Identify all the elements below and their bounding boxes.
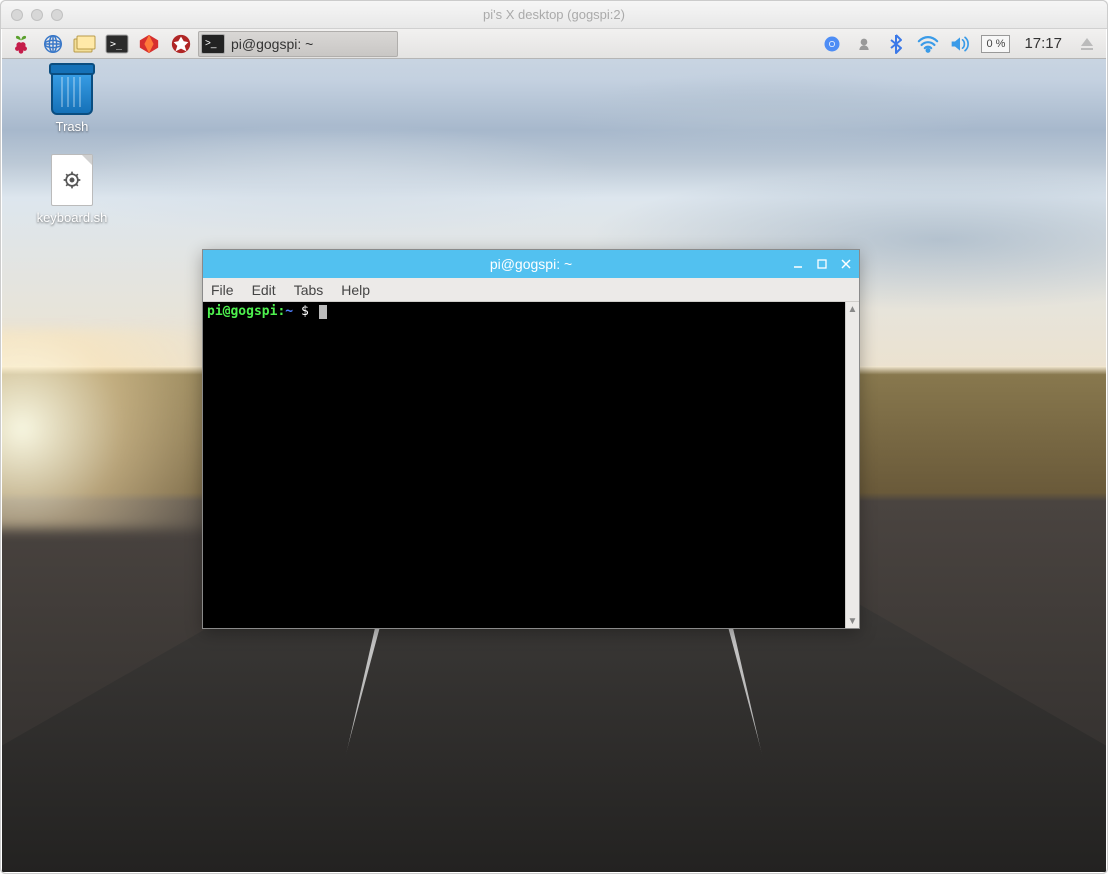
terminal-scrollbar[interactable]: ▲ ▼ — [845, 302, 859, 628]
vnc-tray-icon[interactable] — [853, 33, 875, 55]
keyboard-script-icon[interactable]: keyboard.sh — [32, 154, 112, 225]
mac-close-dot[interactable] — [11, 9, 23, 21]
terminal-cursor — [319, 305, 327, 319]
file-manager-icon[interactable] — [70, 31, 100, 57]
menu-tabs[interactable]: Tabs — [294, 282, 324, 298]
chromium-tray-icon[interactable] — [821, 33, 843, 55]
taskbar-app-terminal-icon: >_ — [201, 34, 225, 54]
shell-file-icon — [51, 154, 93, 206]
terminal-titlebar[interactable]: pi@gogspi: ~ — [203, 250, 859, 278]
mac-minimize-dot[interactable] — [31, 9, 43, 21]
eject-icon[interactable] — [1076, 33, 1098, 55]
volume-icon[interactable] — [949, 33, 971, 55]
wifi-icon[interactable] — [917, 33, 939, 55]
desktop-icons: Trash keyboard.sh — [32, 69, 112, 225]
web-browser-icon[interactable] — [38, 31, 68, 57]
bluetooth-icon[interactable] — [885, 33, 907, 55]
menu-file[interactable]: File — [211, 282, 234, 298]
trash-label: Trash — [32, 119, 112, 134]
trash-desktop-icon[interactable]: Trash — [32, 69, 112, 134]
prompt-path: ~ — [285, 304, 293, 319]
mac-titlebar: pi's X desktop (gogspi:2) — [1, 1, 1107, 29]
terminal-menubar: File Edit Tabs Help — [203, 278, 859, 302]
taskbar-app-button[interactable]: >_ pi@gogspi: ~ — [198, 31, 398, 57]
vnc-outer-window: pi's X desktop (gogspi:2) >_ — [0, 0, 1108, 874]
wolfram-icon[interactable] — [166, 31, 196, 57]
cpu-usage-indicator[interactable]: 0 % — [981, 35, 1010, 53]
menu-edit[interactable]: Edit — [252, 282, 276, 298]
close-button[interactable] — [839, 257, 853, 271]
taskbar-app-label: pi@gogspi: ~ — [231, 36, 313, 52]
svg-text:>_: >_ — [110, 39, 123, 50]
vnc-viewport: >_ >_ pi@gogspi: ~ — [2, 29, 1106, 872]
trash-icon — [51, 69, 93, 115]
terminal-window[interactable]: pi@gogspi: ~ File Edit Tabs Help pi@gogs… — [202, 249, 860, 629]
prompt-dollar: $ — [301, 304, 309, 319]
panel-clock[interactable]: 17:17 — [1020, 35, 1066, 52]
mac-traffic-lights[interactable] — [11, 9, 63, 21]
keyboard-script-label: keyboard.sh — [32, 210, 112, 225]
terminal-launcher-icon[interactable]: >_ — [102, 31, 132, 57]
system-tray: 0 % 17:17 — [821, 33, 1102, 55]
mathematica-icon[interactable] — [134, 31, 164, 57]
terminal-title: pi@gogspi: ~ — [490, 256, 572, 272]
maximize-button[interactable] — [815, 257, 829, 271]
panel-taskbar: >_ >_ pi@gogspi: ~ — [2, 29, 1106, 59]
minimize-button[interactable] — [791, 257, 805, 271]
menu-help[interactable]: Help — [341, 282, 370, 298]
prompt-userhost: pi@gogspi — [207, 304, 277, 319]
terminal-content[interactable]: pi@gogspi:~ $ — [203, 302, 845, 628]
mac-zoom-dot[interactable] — [51, 9, 63, 21]
scroll-down-icon[interactable]: ▼ — [846, 614, 859, 628]
scroll-up-icon[interactable]: ▲ — [846, 302, 859, 316]
terminal-body: pi@gogspi:~ $ ▲ ▼ — [203, 302, 859, 628]
mac-window-title: pi's X desktop (gogspi:2) — [483, 7, 625, 22]
raspberry-menu-icon[interactable] — [6, 31, 36, 57]
